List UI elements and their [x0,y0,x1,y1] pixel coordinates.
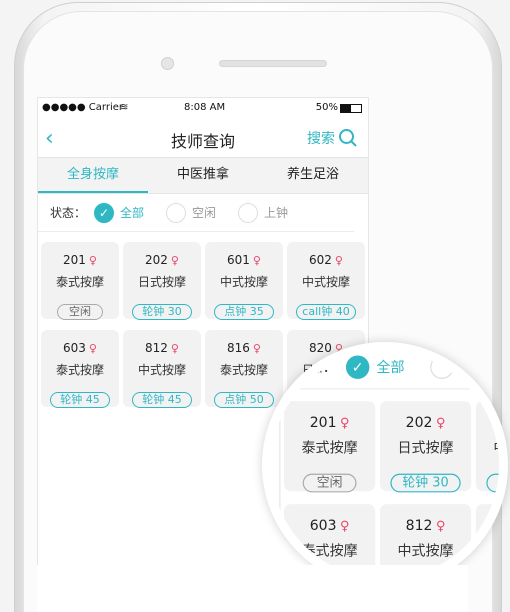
status-badge: 点钟 50 [214,392,274,408]
massage-type: 日式按摩 [397,439,454,457]
massage-type: 中式按摩 [493,439,508,457]
radio-circle-icon [166,202,187,223]
massage-type: 泰式按摩 [301,439,358,457]
technician-card[interactable]: 202 ♀ 日式按摩轮钟 30 [123,242,201,320]
technician-card[interactable]: 816♀ 泰式按摩点钟 50 [475,504,508,579]
massage-type: 泰式按摩 [55,363,104,377]
room-number: 812 [145,341,168,355]
wifi-icon: ≋ [120,102,129,113]
room-number: 812 [405,516,433,534]
status-filter: 状态： ✓全部 空闲 上钟 [280,351,499,390]
room-number: 816 [227,341,250,355]
room-number: 201 [63,253,86,267]
female-icon: ♀ [170,254,179,267]
status-badge: 轮钟 30 [390,473,461,493]
status-badge: 点钟 35 [486,473,499,493]
room-number: 816 [502,517,508,533]
female-icon: ♀ [340,518,350,534]
search-icon [339,129,357,147]
nav-bar: ‹ 技师查询 搜索 [38,118,368,158]
radio-label: 空闲 [460,359,489,376]
technician-card[interactable]: 602 ♀ 中式按摩 call钟 40 [287,242,365,320]
room-number: 601 [502,414,508,430]
category-tabs: 全身按摩 中医推拿 养生足浴 [38,158,368,194]
female-icon: ♀ [334,254,343,267]
female-icon: ♀ [170,342,179,355]
search-button[interactable]: 搜索 [307,128,358,148]
tab-chinese-medicine[interactable]: 中医推拿 [148,158,258,193]
massage-type: 泰式按摩 [476,540,499,560]
radio-circle-icon [238,202,259,223]
technician-grid: 201♀ 泰式按摩空闲202♀ 日式按摩轮钟 30601♀ 中式按摩点钟 356… [283,401,508,579]
magnifier: ●●●●● Carrier ≋ 8:08 AM 50% ‹ 技师查询 搜索 全身… [262,342,508,588]
filter-label: 状态： [50,206,87,220]
battery-icon [340,104,362,113]
radio-idle[interactable]: 空闲 [166,202,217,223]
search-label: 搜索 [307,131,335,147]
status-badge: 点钟 35 [214,304,274,320]
radio-all[interactable]: ✓ 全部 [94,202,145,223]
radio-label: 全部 [376,359,405,376]
status-badge: 轮钟 45 [132,392,192,408]
radio-label: 全部 [120,206,145,220]
massage-type: 中式按摩 [301,275,350,289]
massage-type: 泰式按摩 [301,542,358,560]
female-icon: ♀ [340,415,350,431]
radio-all[interactable]: ✓ 全部 [345,354,405,379]
status-bar: ●●●●● Carrier ≋ 8:08 AM 50% [38,98,368,118]
female-icon: ♀ [252,342,261,355]
massage-type: 中式按摩 [219,275,268,289]
check-icon: ✓ [345,354,370,379]
massage-type: 泰式按摩 [55,275,104,289]
status-badge: 空闲 [57,304,103,320]
status-badge: 轮钟 30 [132,304,192,320]
massage-type: 中式按摩 [137,363,186,377]
status-badge: 轮钟 45 [50,392,110,408]
time: 8:08 AM [184,102,226,113]
technician-card[interactable]: 201 ♀ 泰式按摩空闲 [283,401,376,493]
technician-card[interactable]: 812♀ 中式按摩轮钟 45 [123,330,201,408]
female-icon: ♀ [252,254,261,267]
room-number: 603 [63,341,86,355]
room-number: 201 [309,414,337,431]
technician-card[interactable]: 201 ♀ 泰式按摩空闲 [41,242,119,320]
radio-idle[interactable]: 空闲 [430,354,489,379]
status-filter: 状态： ✓ 全部 空闲 上钟 [38,194,354,232]
room-number: 602 [309,253,332,267]
female-icon: ♀ [435,415,446,431]
status-badge: call钟 40 [296,304,356,320]
magnified-view: ●●●●● Carrier ≋ 8:08 AM 50% ‹ 技师查询 搜索 全身… [271,351,508,579]
room-number: 202 [145,253,168,267]
technician-card[interactable]: 601♀ 中式按摩点钟 35 [475,401,508,493]
room-number: 202 [405,414,433,431]
status-badge: 空闲 [302,473,357,493]
screen-bottom [37,565,468,612]
tab-foot-bath[interactable]: 养生足浴 [258,158,368,193]
radio-label: 空闲 [192,206,217,220]
massage-type: 日式按摩 [137,275,186,289]
massage-type: 中式按摩 [397,542,454,560]
female-icon: ♀ [88,254,97,267]
radio-circle-icon [430,354,454,379]
carrier: ●●●●● Carrier [42,102,124,113]
technician-card[interactable]: 202 ♀ 日式按摩轮钟 30 [379,401,472,493]
battery-level: 50% [315,102,338,113]
radio-busy[interactable]: 上钟 [238,202,289,223]
filter-label: 状态： [294,359,337,376]
magnified-screen: ●●●●● Carrier ≋ 8:08 AM 50% ‹ 技师查询 搜索 全身… [279,351,508,579]
tab-full-body[interactable]: 全身按摩 [38,158,148,193]
room-number: 603 [309,516,337,534]
female-icon: ♀ [435,518,446,534]
camera [161,57,174,70]
technician-card[interactable]: 603♀ 泰式按摩轮钟 45 [41,330,119,408]
speaker [219,60,327,67]
female-icon: ♀ [88,342,97,355]
radio-label: 上钟 [264,206,289,220]
technician-card[interactable]: 601♀ 中式按摩点钟 35 [205,242,283,320]
room-number: 601 [227,253,250,267]
check-icon: ✓ [94,202,115,223]
